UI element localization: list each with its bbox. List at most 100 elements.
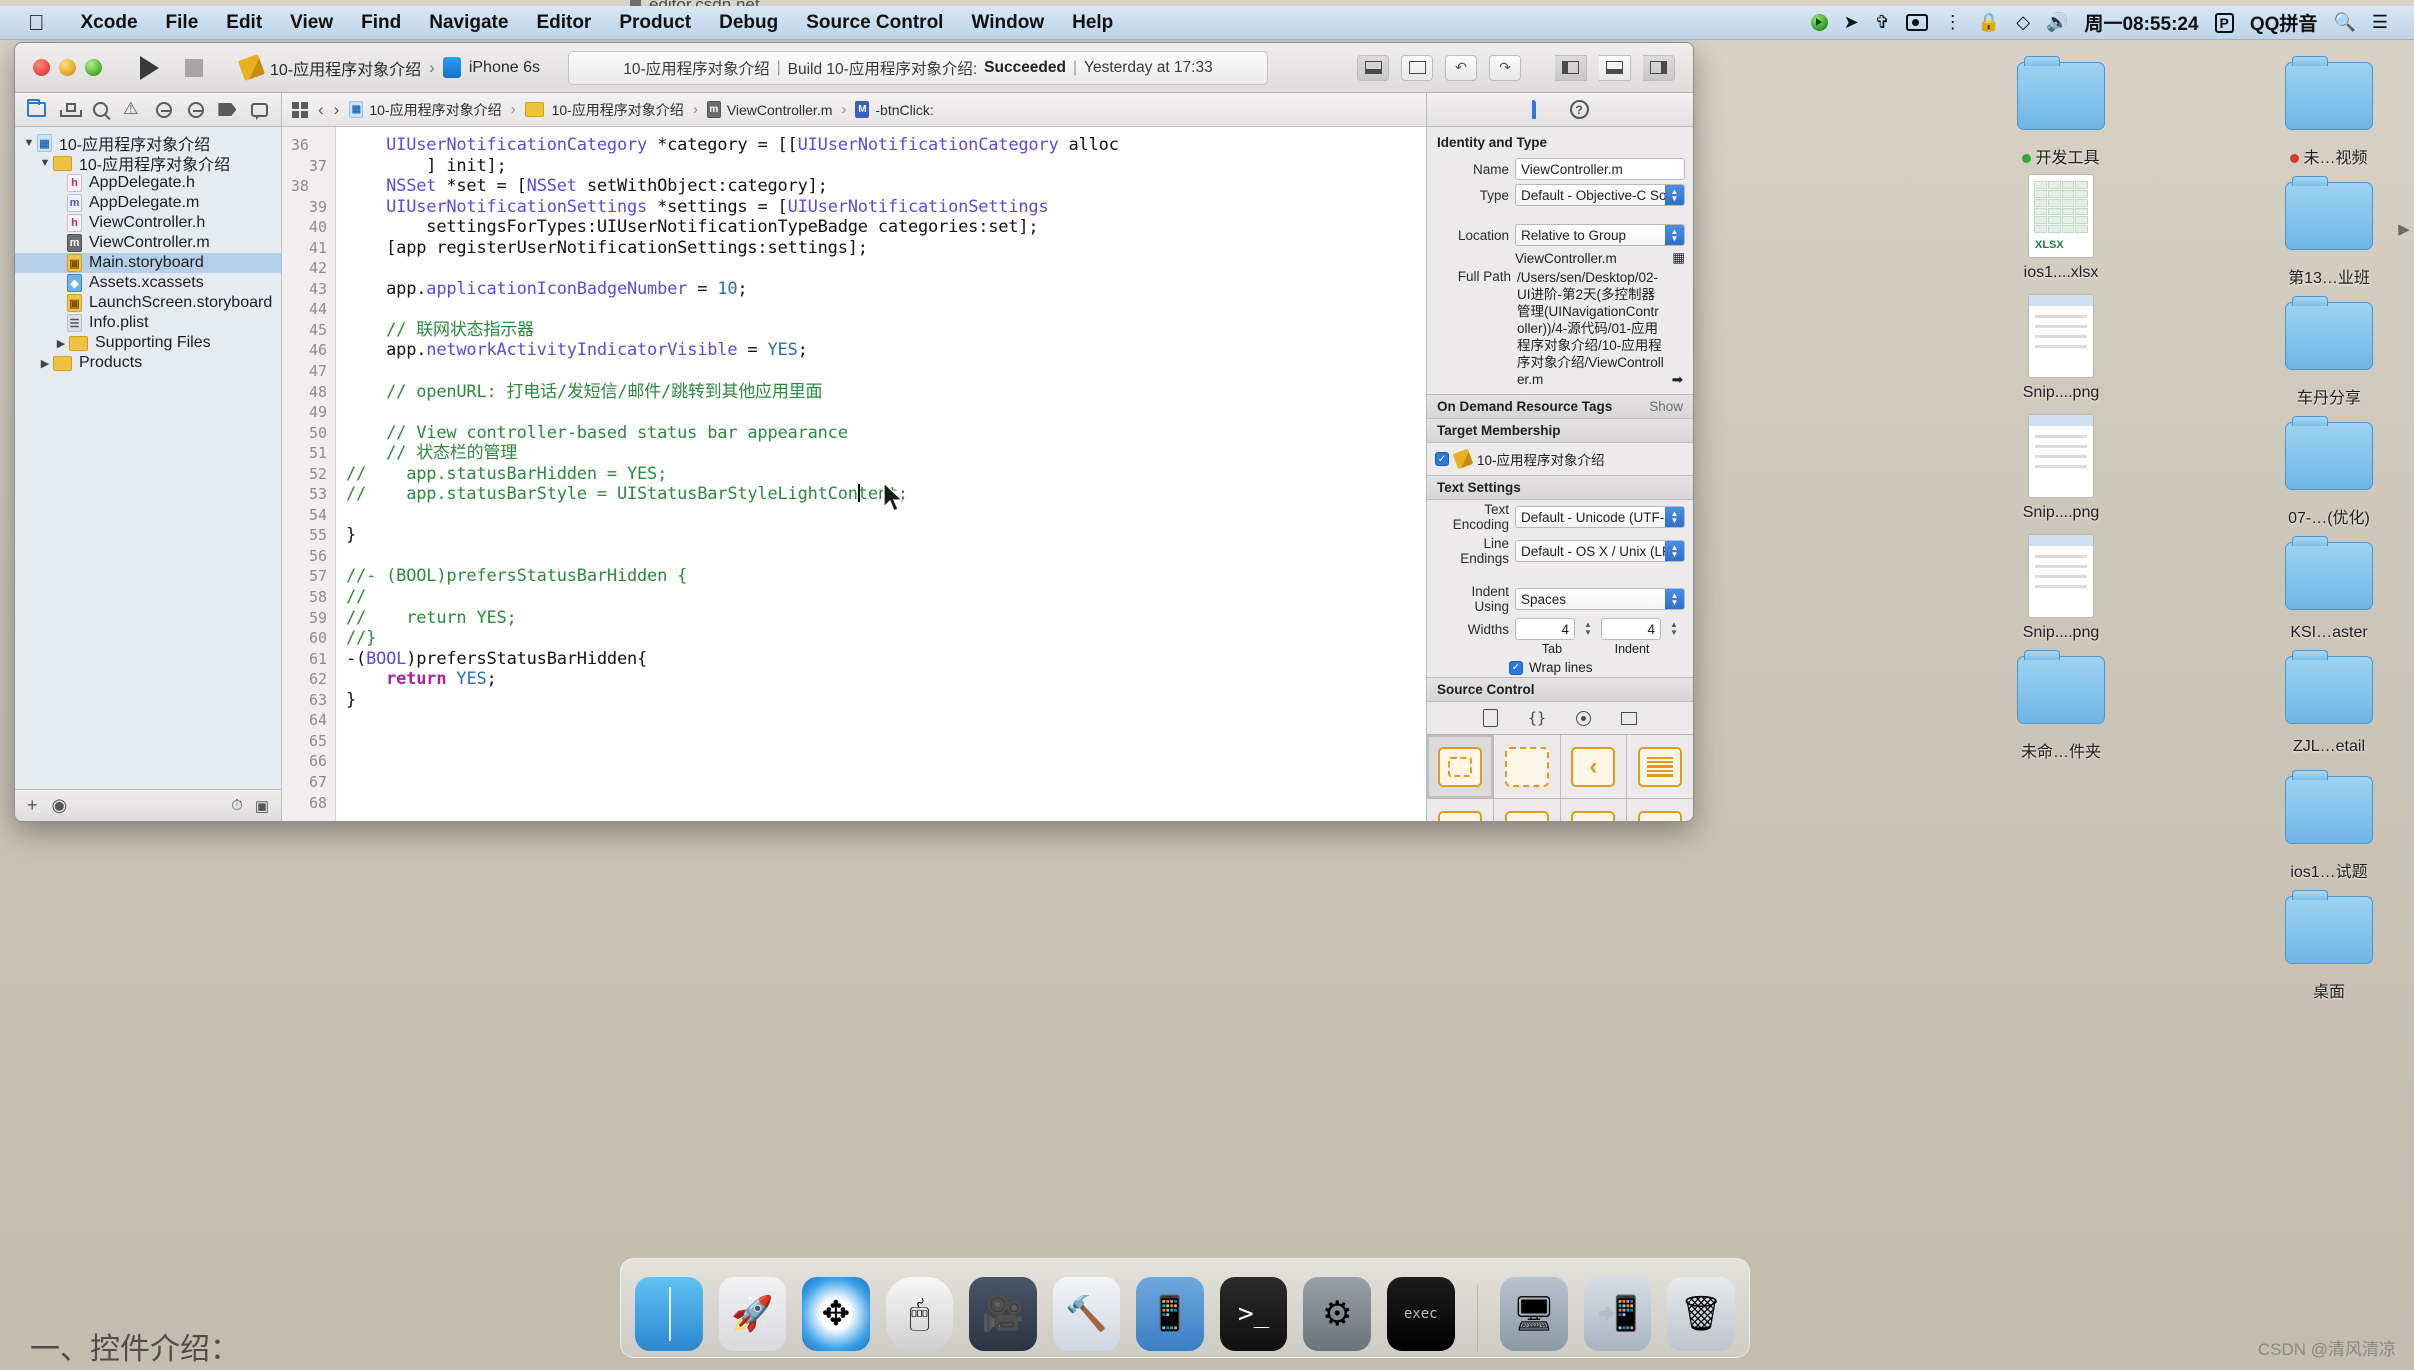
assistant-editor-button[interactable] [1401,54,1433,81]
desktop-icon[interactable]: Snip....png [1986,532,2136,642]
location-icon[interactable]: ➤ [1844,12,1859,33]
clock-icon[interactable]: ⏱ [231,797,243,815]
wrap-lines-checkbox[interactable]: ✓ [1509,660,1523,675]
indent-using-select[interactable]: Spaces ▲ ▼ [1515,588,1685,610]
menu-item-source-control[interactable]: Source Control [792,12,957,34]
zoom-button[interactable] [85,59,102,76]
breadcrumb-file[interactable]: ViewController.m [727,102,833,118]
dock-item-finder[interactable] [635,1277,703,1351]
dock-item-exec[interactable]: exec [1386,1277,1455,1351]
lock-icon[interactable]: 🔒 [1978,12,2000,33]
twisty-icon[interactable]: ▶ [37,357,53,370]
target-checkbox[interactable]: ✓ [1435,452,1449,466]
navigator-file-tree[interactable]: ▼ ▦ 10-应用程序对象介绍 ▼ 10-应用程序对象介绍 h AppDeleg… [15,127,281,789]
menu-item-window[interactable]: Window [957,12,1058,34]
desktop-icon[interactable]: 07-…(优化) [2254,412,2404,528]
desktop-icon[interactable]: 车丹分享 [2254,292,2404,408]
filter-icon[interactable]: ◉ [52,795,68,816]
toggle-debug-area-button[interactable] [1599,54,1631,81]
dock-item-quicktime[interactable]: 🎥 [969,1277,1037,1351]
wrap-lines-row[interactable]: ✓ Wrap lines [1427,658,1693,677]
tree-row-appdelegate-h[interactable]: h AppDelegate.h [15,173,281,193]
parallels-icon[interactable]: P [2214,12,2234,33]
menu-item-view[interactable]: View [276,12,347,34]
tab-issue-navigator[interactable] [116,96,148,124]
desktop-icon[interactable]: ios1…试题 [2254,766,2404,882]
indent-width-stepper[interactable]: ▲ ▼ [1667,618,1681,640]
desktop-icon[interactable]: XLSX ios1....xlsx [1986,172,2136,288]
location-select[interactable]: Relative to Group ▲ ▼ [1515,224,1685,246]
desktop-icon[interactable]: 第13…业班 [2254,172,2404,288]
library-item-storyboard-reference[interactable] [1493,735,1560,798]
dock-item-mouse-utility[interactable]: 🖱 [885,1277,954,1351]
run-button[interactable] [140,55,159,80]
macos-dock[interactable]: 🚀 ✥ 🖱 🎥 🔨 📱 >_ ⚙ exec 🖥 📲 🗑 [620,1258,1750,1358]
minimize-button[interactable] [59,59,76,76]
plus-icon[interactable]: + [27,795,38,816]
menu-item-file[interactable]: File [152,12,213,34]
dock-item-iphone-device[interactable]: 📲 [1583,1277,1652,1351]
chevron-updown-icon[interactable]: ▲ ▼ [1665,225,1684,245]
version-editor-button[interactable]: ↶ [1445,54,1477,81]
menu-item-debug[interactable]: Debug [705,12,792,34]
close-button[interactable] [33,59,50,76]
scheme-name[interactable]: 10-应用程序对象介绍 [270,56,421,80]
tab-project-navigator[interactable] [21,96,53,124]
apple-menu-icon[interactable]:  [28,11,45,34]
screen-record-icon[interactable] [1905,14,1928,31]
dock-item-simulator[interactable]: 📱 [1136,1277,1204,1351]
tree-row-products[interactable]: ▶ Products [15,353,281,373]
object-library-grid[interactable]: ‹ ↔ Label [1427,734,1693,821]
code-snippet-library-icon[interactable]: {} [1528,709,1546,727]
code-area[interactable]: 36 37 38 39 40 41 42 43 44 45 46 47 48 4… [282,127,1426,821]
library-item-page-view-controller[interactable] [1627,799,1693,821]
record-indicator-icon[interactable] [1810,14,1828,31]
destination-name[interactable]: iPhone 6s [469,59,540,77]
tab-debug-navigator[interactable] [180,96,212,124]
bluetooth-icon[interactable]: ✞ [1875,12,1890,33]
library-item-collection-view-controller[interactable] [1427,799,1493,821]
dock-item-launchpad[interactable]: 🚀 [718,1277,787,1351]
tree-row-assets[interactable]: ◆ Assets.xcassets [15,273,281,293]
tree-row-appdelegate-m[interactable]: m AppDelegate.m [15,193,281,213]
tree-row-group[interactable]: ▼ 10-应用程序对象介绍 [15,153,281,174]
twisty-icon[interactable]: ▶ [53,337,69,350]
unsaved-icon[interactable]: ▣ [255,797,269,815]
line-endings-select[interactable]: Default - OS X / Unix (LF) ▲ ▼ [1515,540,1685,562]
media-library-icon[interactable] [1621,711,1638,725]
macos-menubar[interactable]:  Xcode File Edit View Find Navigate Edi… [0,6,2414,40]
desktop-icon[interactable]: 开发工具 [1986,52,2136,168]
chevron-updown-icon[interactable]: ▲ ▼ [1665,507,1684,527]
tree-row-supporting-files[interactable]: ▶ Supporting Files [15,333,281,353]
stop-button[interactable] [185,58,203,77]
input-method-indicator[interactable]: QQ拼音 [2250,9,2318,36]
tab-report-navigator[interactable] [243,96,275,124]
dock-item-terminal[interactable]: >_ [1219,1277,1288,1351]
menu-item-navigate[interactable]: Navigate [415,12,522,34]
library-item-view-controller[interactable] [1427,735,1493,798]
desktop-icon[interactable]: 未命…件夹 [1986,646,2136,762]
chevron-right-icon[interactable]: › [334,100,340,120]
type-select[interactable]: Default - Objective-C So... ▲ ▼ [1515,184,1685,206]
menubar-status-area[interactable]: ➤ ✞ ⋮ 🔒 ◇ 🔊 周一08:55:24 P QQ拼音 🔍 ☰ [1810,9,2414,36]
standard-editor-button[interactable] [1357,54,1389,81]
menubar-clock[interactable]: 周一08:55:24 [2084,9,2198,36]
window-controls[interactable] [33,59,102,76]
tree-row-viewcontroller-m[interactable]: m ViewController.m [15,233,281,253]
related-items-icon[interactable] [292,101,308,118]
menu-item-edit[interactable]: Edit [212,12,276,34]
menu-item-help[interactable]: Help [1058,12,1127,34]
library-item-split-view-controller[interactable] [1560,799,1627,821]
tab-source-control-navigator[interactable] [53,96,85,124]
wifi-icon[interactable]: ◇ [2016,12,2030,33]
breadcrumb-project[interactable]: 10-应用程序对象介绍 [369,100,501,120]
tree-row-info-plist[interactable]: ☰ Info.plist [15,313,281,333]
search-icon[interactable]: 🔍 [2333,12,2355,33]
sound-wave-icon[interactable]: ⋮ [1944,12,1962,33]
code-text[interactable]: UIUserNotificationCategory *category = [… [336,127,1426,821]
object-library-icon[interactable] [1576,710,1592,726]
breadcrumb-method[interactable]: -btnClick: [875,102,933,118]
desktop-icon[interactable]: KSI…aster [2254,532,2404,642]
tab-width-field[interactable]: 4 [1515,618,1575,640]
menu-item-editor[interactable]: Editor [522,12,605,34]
